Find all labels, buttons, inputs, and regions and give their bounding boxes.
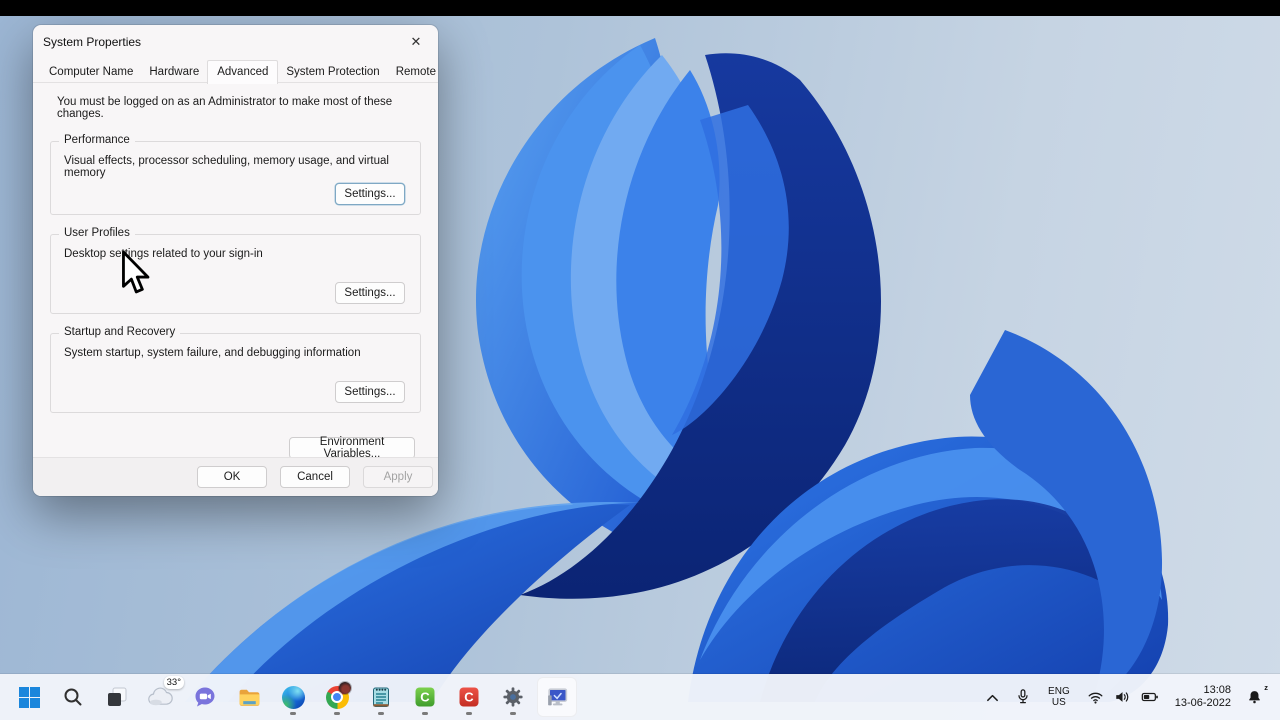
chat-icon bbox=[195, 687, 215, 707]
user-profiles-groupbox: User Profiles Desktop settings related t… bbox=[50, 227, 421, 314]
settings-running-indicator bbox=[510, 712, 516, 715]
language-line1: ENG bbox=[1048, 686, 1070, 697]
notification-bell-button[interactable]: z bbox=[1242, 683, 1268, 711]
chat-button[interactable] bbox=[185, 677, 225, 717]
performance-groupbox: Performance Visual effects, processor sc… bbox=[50, 134, 421, 215]
environment-variables-row: Environment Variables... bbox=[50, 436, 421, 460]
system-properties-taskbar-button[interactable] bbox=[537, 677, 577, 717]
microphone-icon bbox=[1018, 689, 1028, 704]
user-profiles-label: User Profiles bbox=[59, 227, 135, 239]
taskbar: 33° C C ENG US 13:08 13-06-2022 z bbox=[0, 674, 1280, 720]
dialog-title: System Properties bbox=[43, 35, 142, 49]
edge-icon bbox=[281, 685, 305, 709]
tab-computer-name[interactable]: Computer Name bbox=[41, 62, 141, 83]
camtasia-green-button[interactable]: C bbox=[405, 677, 445, 717]
letterbox-top bbox=[0, 0, 1280, 16]
chevron-up-icon bbox=[987, 694, 998, 701]
camtasia-green-running-indicator bbox=[422, 712, 428, 715]
tab-system-protection[interactable]: System Protection bbox=[278, 62, 387, 83]
performance-label: Performance bbox=[59, 134, 135, 146]
chrome-button[interactable] bbox=[317, 677, 357, 717]
search-button[interactable] bbox=[53, 677, 93, 717]
tray-time: 13:08 bbox=[1203, 683, 1231, 696]
file-explorer-button[interactable] bbox=[229, 677, 269, 717]
network-volume-battery-button[interactable] bbox=[1082, 683, 1164, 711]
task-view-icon bbox=[108, 687, 127, 706]
windows-start-icon bbox=[18, 686, 40, 708]
tab-hardware[interactable]: Hardware bbox=[141, 62, 207, 83]
dialog-content: You must be logged on as an Administrato… bbox=[33, 96, 438, 460]
settings-gear-icon bbox=[503, 687, 523, 707]
start-button[interactable] bbox=[9, 677, 49, 717]
svg-text:C: C bbox=[464, 690, 474, 705]
language-line2: US bbox=[1051, 697, 1066, 708]
search-icon bbox=[64, 688, 82, 706]
ok-button[interactable]: OK bbox=[197, 466, 267, 488]
microphone-tray-button[interactable] bbox=[1010, 682, 1036, 712]
settings-button[interactable] bbox=[493, 677, 533, 717]
system-properties-icon bbox=[547, 687, 567, 705]
chrome-running-indicator bbox=[334, 712, 340, 715]
weather-widget-button[interactable]: 33° bbox=[141, 676, 184, 717]
startup-recovery-label: Startup and Recovery bbox=[59, 326, 181, 338]
camtasia-green-icon: C bbox=[415, 687, 435, 707]
speaker-icon bbox=[1115, 692, 1129, 702]
dialog-titlebar[interactable]: System Properties ✕ bbox=[33, 25, 438, 57]
dialog-tab-strip: Computer Name Hardware Advanced System P… bbox=[33, 57, 438, 84]
startup-recovery-groupbox: Startup and Recovery System startup, sys… bbox=[50, 326, 421, 413]
tab-advanced[interactable]: Advanced bbox=[207, 60, 279, 84]
edge-button[interactable] bbox=[273, 677, 313, 717]
cancel-button[interactable]: Cancel bbox=[280, 466, 350, 488]
close-icon[interactable]: ✕ bbox=[402, 30, 430, 54]
system-tray: ENG US 13:08 13-06-2022 z bbox=[982, 682, 1280, 713]
apply-button[interactable]: Apply bbox=[363, 466, 433, 488]
task-view-button[interactable] bbox=[97, 677, 137, 717]
taskbar-left-icons: 33° C C bbox=[0, 676, 577, 717]
hidden-icons-button[interactable] bbox=[982, 687, 1003, 708]
notepad-icon bbox=[373, 687, 389, 707]
weather-temp-badge: 33° bbox=[163, 676, 184, 689]
camtasia-red-icon: C bbox=[459, 687, 479, 707]
startup-recovery-settings-button[interactable]: Settings... bbox=[335, 381, 405, 403]
focus-assist-z-badge: z bbox=[1264, 683, 1268, 692]
notepad-button[interactable] bbox=[361, 677, 401, 717]
tab-remote[interactable]: Remote bbox=[388, 62, 438, 83]
performance-settings-button[interactable]: Settings... bbox=[335, 183, 405, 205]
system-properties-dialog: System Properties ✕ Computer Name Hardwa… bbox=[33, 25, 438, 496]
svg-text:C: C bbox=[420, 690, 430, 705]
admin-note: You must be logged on as an Administrato… bbox=[57, 96, 393, 120]
notepad-running-indicator bbox=[378, 712, 384, 715]
performance-description: Visual effects, processor scheduling, me… bbox=[64, 155, 389, 179]
edge-running-indicator bbox=[290, 712, 296, 715]
chrome-profile-badge bbox=[339, 682, 351, 694]
battery-icon bbox=[1141, 692, 1158, 702]
tray-date: 13-06-2022 bbox=[1174, 697, 1231, 709]
camtasia-red-button[interactable]: C bbox=[449, 677, 489, 717]
dialog-footer: OK Cancel Apply bbox=[33, 457, 438, 496]
language-indicator[interactable]: ENG US bbox=[1043, 684, 1075, 710]
user-profiles-settings-button[interactable]: Settings... bbox=[335, 282, 405, 304]
environment-variables-button[interactable]: Environment Variables... bbox=[289, 436, 415, 460]
camtasia-red-running-indicator bbox=[466, 712, 472, 715]
focus-assist-bell-icon bbox=[1249, 691, 1260, 704]
file-explorer-icon bbox=[239, 689, 259, 706]
wifi-icon bbox=[1088, 692, 1103, 704]
clock-and-date[interactable]: 13:08 13-06-2022 bbox=[1171, 682, 1235, 713]
